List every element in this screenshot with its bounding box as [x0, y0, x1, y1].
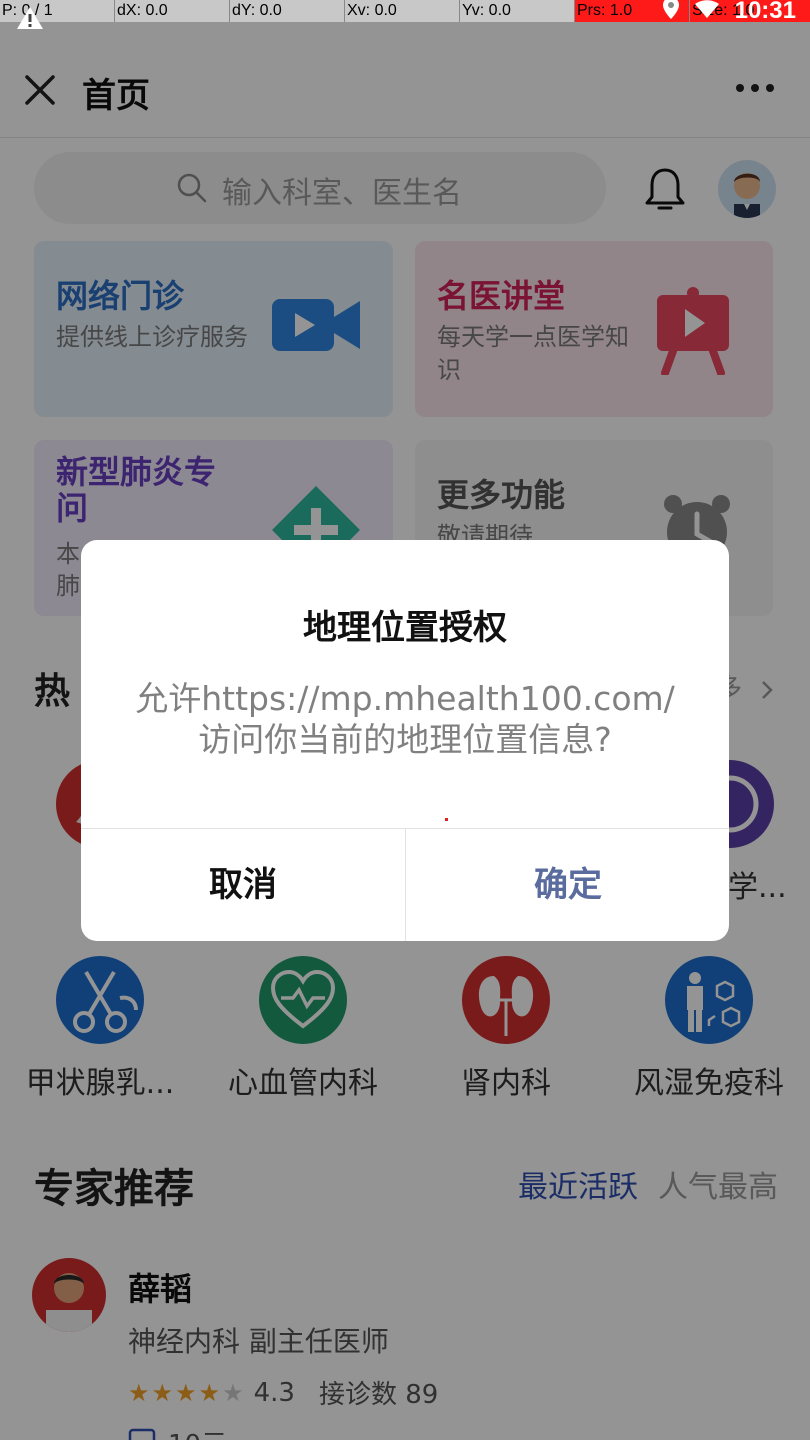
cancel-button[interactable]: 取消 [81, 829, 405, 941]
debug-xv: Xv: 0.0 [345, 0, 460, 22]
debug-dy: dY: 0.0 [230, 0, 345, 22]
confirm-button[interactable]: 确定 [406, 829, 729, 941]
clock-time: 10:31 [734, 0, 796, 24]
dialog-title: 地理位置授权 [303, 608, 507, 648]
debug-yv: Yv: 0.0 [460, 0, 575, 22]
location-icon [662, 0, 679, 26]
dialog-message: 允许https://mp.mhealth100.com/访问你当前的地理位置信息… [135, 679, 675, 759]
wifi-icon [694, 0, 719, 25]
warning-icon [16, 6, 44, 34]
location-permission-dialog: 地理位置授权 允许https://mp.mhealth100.com/访问你当前… [81, 540, 729, 941]
debug-dx: dX: 0.0 [115, 0, 230, 22]
status-icons: 10:31 [662, 0, 810, 25]
touch-point-marker [445, 818, 448, 821]
